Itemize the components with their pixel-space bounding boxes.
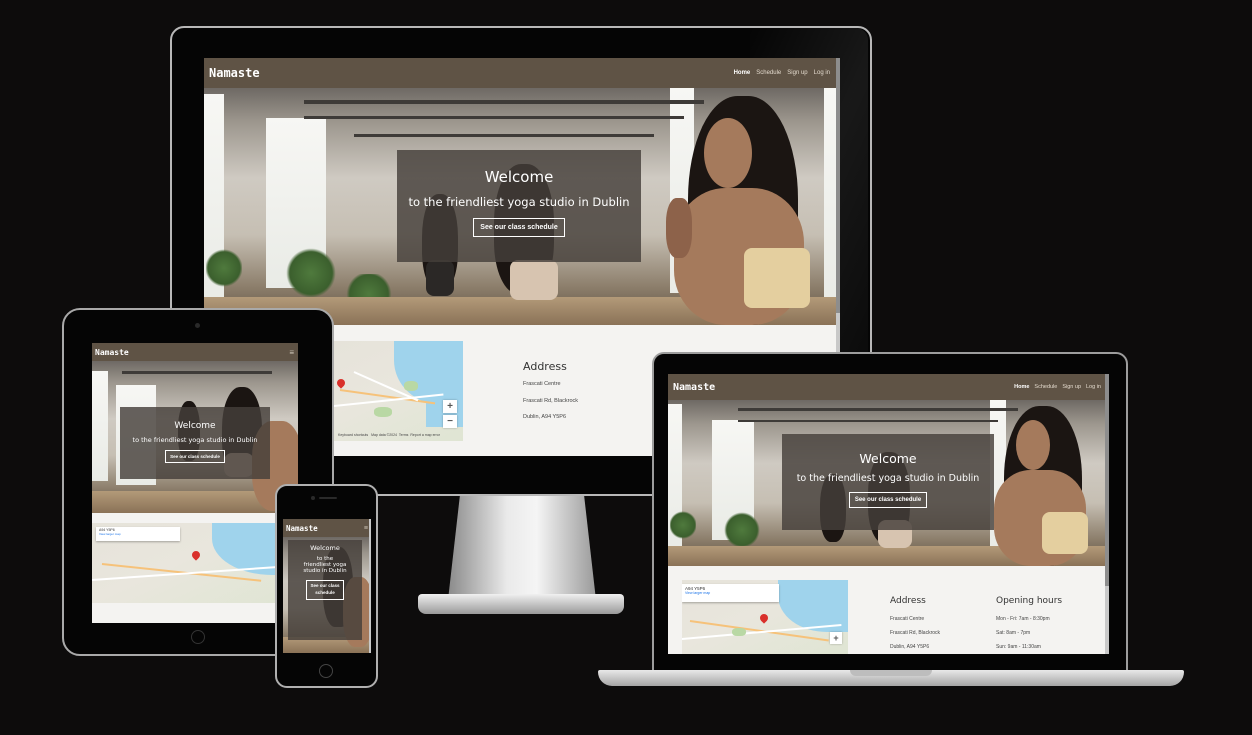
laptop-nav-log-in[interactable]: Log in (1086, 384, 1101, 390)
monitor-stand (448, 496, 596, 600)
laptop-address-line-1: Frascati Centre (890, 616, 925, 622)
laptop-address-line-2: Frascati Rd, Blackrock (890, 630, 941, 636)
tablet-google-map[interactable]: A94 Y5P6 View larger map (92, 523, 298, 603)
tablet-navbar: Namaste ≡ (92, 343, 298, 361)
phone-schedule-button[interactable]: See our class schedule (306, 580, 344, 600)
laptop-notch (850, 670, 932, 676)
laptop-hours-line-1: Mon - Fri: 7am - 8:30pm (996, 616, 1050, 622)
address-line-2: Frascati Rd, Blackrock (523, 398, 579, 404)
tablet-map-card-link[interactable]: View larger map (99, 532, 177, 536)
address-line-1: Frascati Centre (523, 381, 561, 387)
laptop-map-pin-icon[interactable] (758, 612, 770, 624)
tablet-home-button[interactable] (191, 630, 205, 644)
laptop-hours-line-3: Sun: 9am - 11:30am (996, 644, 1041, 650)
brand-logo[interactable]: Namaste (209, 66, 260, 80)
tablet-camera (195, 323, 200, 328)
tablet-hero-title: Welcome (174, 421, 216, 431)
laptop-scrollbar-thumb[interactable] (1105, 374, 1109, 586)
laptop-nav-schedule[interactable]: Schedule (1034, 384, 1057, 390)
map-footer-report[interactable]: Report a map error (410, 433, 440, 437)
map-footer: Keyboard shortcuts Map data ©2024 Terms … (338, 433, 440, 437)
map-zoom-out[interactable]: − (443, 415, 457, 428)
tablet-hero-overlay: Welcome to the friendliest yoga studio i… (120, 407, 270, 479)
phone: Namaste ≡ Welcome to the friendliest yog… (275, 484, 378, 688)
tablet-map-card: A94 Y5P6 View larger map (96, 527, 180, 541)
hero-overlay: Welcome to the friendliest yoga studio i… (397, 150, 641, 262)
navbar: Namaste Home Schedule Sign up Log in (204, 58, 840, 88)
hero-subtitle: to the friendliest yoga studio in Dublin (408, 195, 630, 209)
phone-hero-overlay: Welcome to the friendliest yoga studio i… (288, 540, 362, 640)
phone-scrollbar[interactable] (369, 519, 371, 653)
address-line-3: Dublin, A94 Y5P6 (523, 414, 567, 420)
laptop-nav-sign-up[interactable]: Sign up (1062, 384, 1081, 390)
laptop-screen: Namaste Home Schedule Sign up Log in Wel… (668, 374, 1109, 654)
hero-title: Welcome (484, 168, 554, 186)
map-zoom-in[interactable]: + (443, 400, 457, 413)
laptop-address-line-3: Dublin, A94 Y5P6 (890, 644, 930, 650)
laptop-hours-heading: Opening hours (996, 596, 1063, 606)
address-heading: Address (523, 360, 567, 373)
phone-home-button[interactable] (319, 664, 333, 678)
laptop-nav-links: Home Schedule Sign up Log in (1014, 384, 1101, 390)
hamburger-menu-icon[interactable]: ≡ (289, 348, 294, 357)
map-footer-data: Map data ©2024 (371, 433, 398, 437)
nav-links: Home Schedule Sign up Log in (734, 70, 830, 76)
laptop-schedule-button[interactable]: See our class schedule (848, 492, 928, 508)
monitor-base (418, 594, 624, 614)
phone-hero-image: Welcome to the friendliest yoga studio i… (283, 537, 371, 653)
nav-sign-up[interactable]: Sign up (787, 70, 807, 76)
phone-brand-logo[interactable]: Namaste (286, 524, 318, 533)
map-footer-shortcuts[interactable]: Keyboard shortcuts (338, 433, 368, 437)
hero-image: Welcome to the friendliest yoga studio i… (204, 88, 840, 325)
laptop-hero-title: Welcome (859, 451, 917, 466)
scrollbar-thumb[interactable] (836, 58, 840, 313)
phone-camera (311, 496, 315, 500)
tablet-brand-logo[interactable]: Namaste (95, 348, 129, 357)
nav-home[interactable]: Home (734, 70, 751, 76)
schedule-button[interactable]: See our class schedule (473, 218, 565, 237)
laptop-google-map[interactable]: A94 Y5P6 View larger map + (682, 580, 848, 654)
phone-hero-subtitle-3: studio in Dublin (303, 568, 347, 574)
phone-schedule-button-line-2: schedule (315, 589, 335, 595)
laptop-hero-image: Welcome to the friendliest yoga studio i… (668, 400, 1109, 566)
laptop-navbar: Namaste Home Schedule Sign up Log in (668, 374, 1109, 400)
nav-schedule[interactable]: Schedule (756, 70, 781, 76)
tablet-hero-image: Welcome to the friendliest yoga studio i… (92, 361, 298, 513)
laptop: Namaste Home Schedule Sign up Log in Wel… (598, 352, 1184, 692)
phone-navbar: Namaste ≡ (283, 519, 371, 537)
google-map[interactable]: + − Keyboard shortcuts Map data ©2024 Te… (334, 341, 463, 441)
laptop-hero-overlay: Welcome to the friendliest yoga studio i… (782, 434, 994, 530)
tablet-hero-subtitle: to the friendliest yoga studio in Dublin (132, 436, 258, 444)
laptop-map-card: A94 Y5P6 View larger map (682, 584, 779, 602)
phone-schedule-button-line-1: See our class (310, 583, 340, 588)
phone-hamburger-menu-icon[interactable]: ≡ (364, 525, 368, 532)
laptop-brand-logo[interactable]: Namaste (673, 382, 715, 393)
tablet-screen: Namaste ≡ Welcome to the friendliest yog… (92, 343, 298, 623)
phone-hero-title: Welcome (310, 544, 340, 552)
laptop-hours-line-2: Sat: 8am - 7pm (996, 630, 1031, 636)
laptop-nav-home[interactable]: Home (1014, 384, 1029, 390)
nav-log-in[interactable]: Log in (814, 70, 830, 76)
map-footer-terms[interactable]: Terms (399, 433, 409, 437)
laptop-address-heading: Address (890, 596, 926, 606)
tablet-schedule-button[interactable]: See our class schedule (165, 450, 225, 463)
map-pin-icon[interactable] (335, 377, 347, 389)
laptop-hero-subtitle: to the friendliest yoga studio in Dublin (796, 473, 980, 484)
laptop-map-zoom-in[interactable]: + (830, 632, 842, 644)
phone-speaker (319, 497, 337, 499)
laptop-map-card-link[interactable]: View larger map (685, 591, 776, 595)
tablet-map-pin-icon[interactable] (190, 549, 202, 561)
phone-screen: Namaste ≡ Welcome to the friendliest yog… (283, 519, 371, 653)
